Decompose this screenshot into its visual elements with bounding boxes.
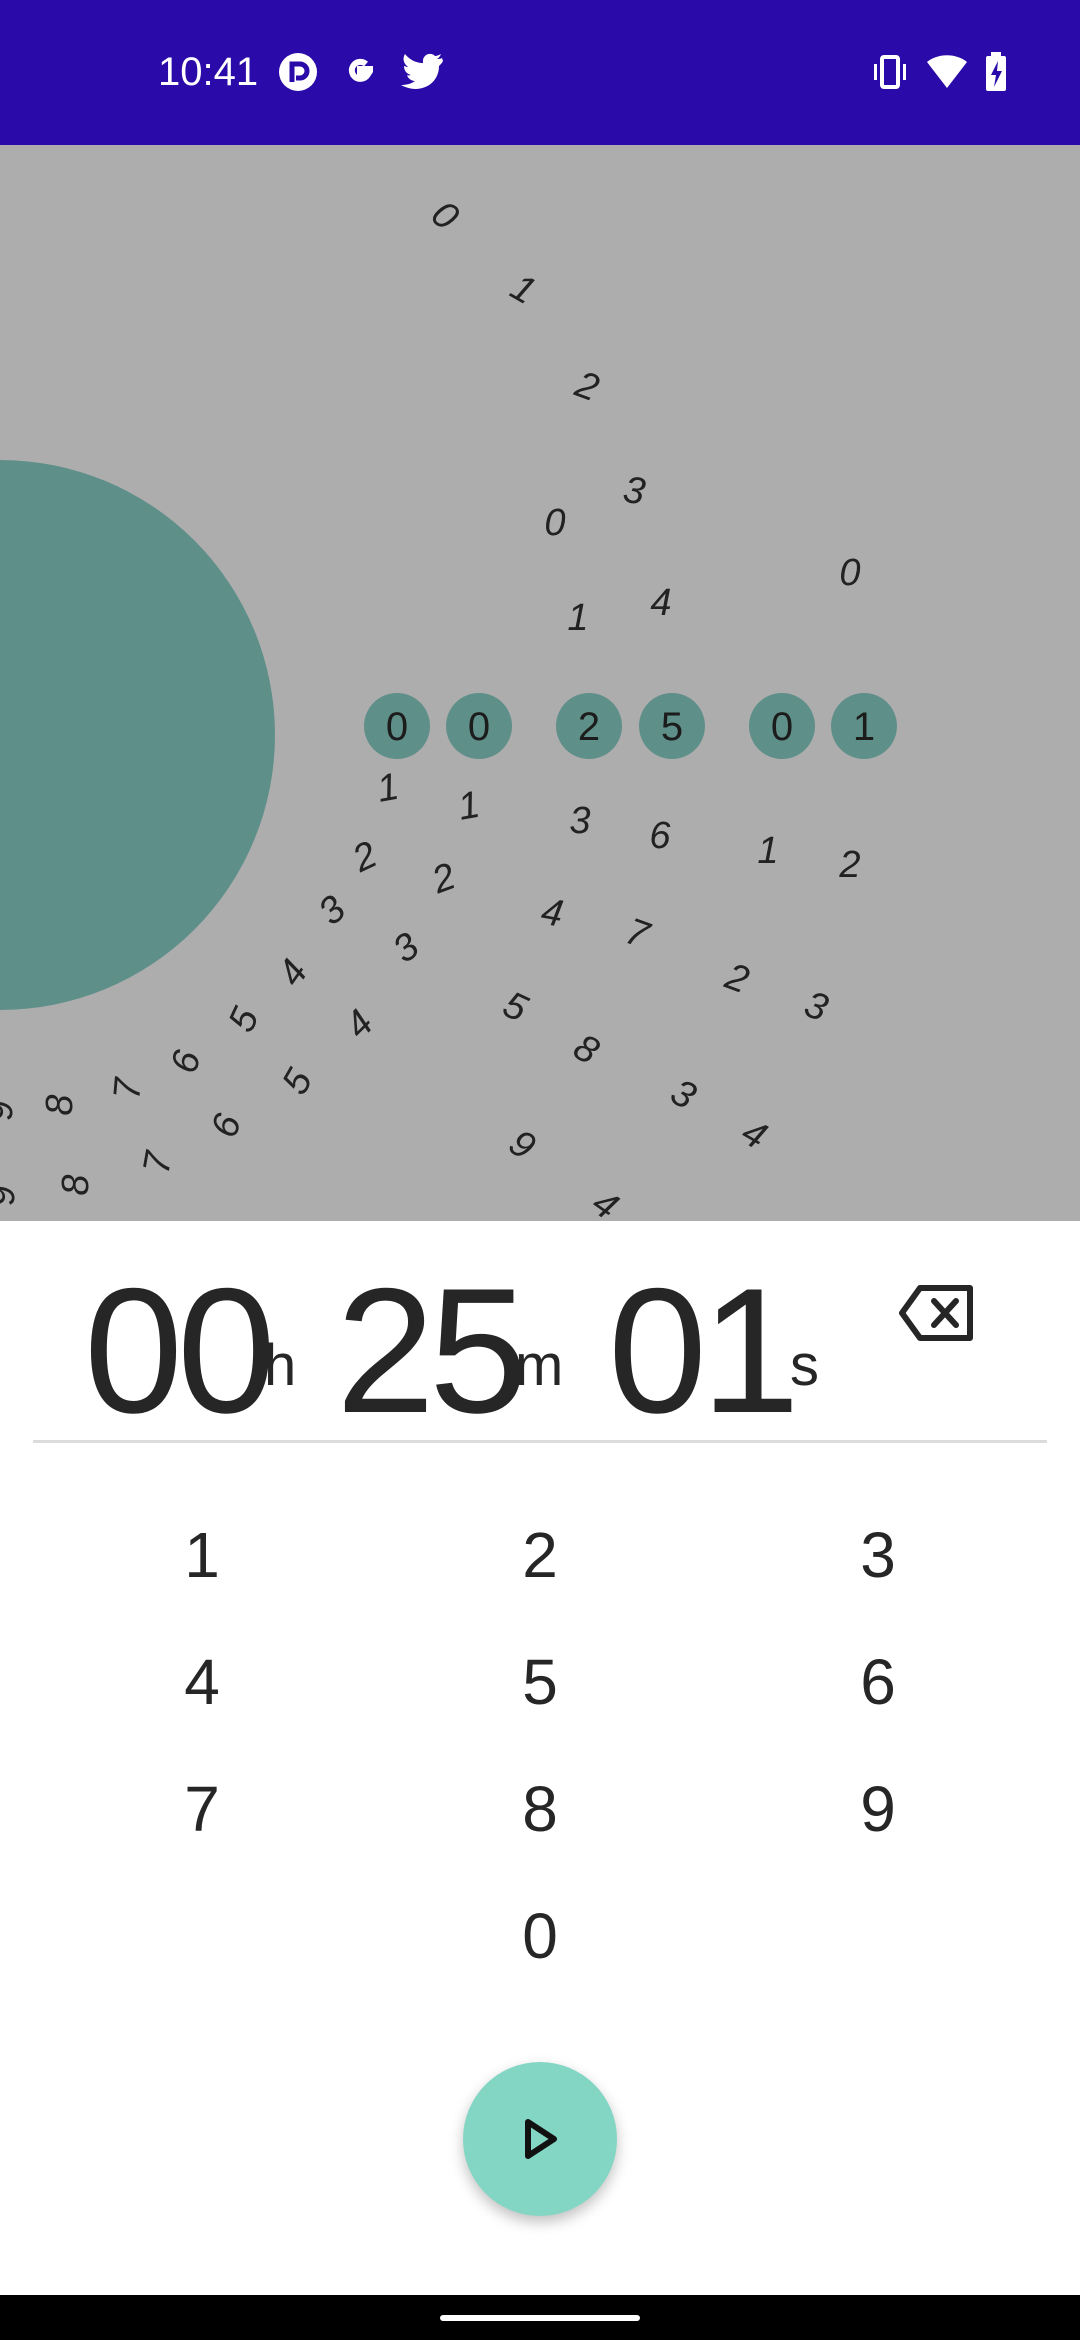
decorative-digit: 3 — [385, 925, 426, 972]
decorative-digit: 6 — [649, 815, 671, 857]
battery-charging-icon — [984, 52, 1008, 96]
svg-text:0: 0 — [468, 705, 490, 749]
decorative-digit: 3 — [569, 800, 590, 842]
minutes-unit: m — [515, 1333, 564, 1398]
decorative-digit: 4 — [584, 1182, 625, 1221]
key-8[interactable]: 8 — [430, 1754, 650, 1864]
start-timer-button[interactable] — [463, 2062, 617, 2216]
svg-text:0: 0 — [386, 705, 408, 749]
decorative-digit: 3 — [663, 1071, 702, 1118]
home-gesture-handle[interactable] — [440, 2315, 640, 2321]
decorative-digit: 1 — [757, 830, 778, 872]
decorative-digit: 2 — [838, 844, 860, 886]
decorative-digit: 8 — [39, 1094, 81, 1115]
selected-digit-bubble: 2 — [556, 693, 622, 759]
decorative-digit: 1 — [567, 597, 588, 639]
status-bar: 10:41 — [0, 0, 1080, 145]
navigation-bar — [0, 2295, 1080, 2340]
numeric-keypad: 1 2 3 4 5 6 7 8 9 0 — [0, 1500, 1080, 2040]
decorative-digit: 4 — [337, 1002, 382, 1047]
key-5[interactable]: 5 — [430, 1627, 650, 1737]
decorative-digit: 6 — [203, 1108, 250, 1143]
wifi-icon — [926, 52, 968, 96]
svg-text:5: 5 — [661, 705, 683, 749]
decorative-digit: 4 — [270, 952, 317, 993]
timer-illustration: 002501 012304101136122247233358344494556… — [0, 145, 1080, 1221]
decorative-digit: 9 — [0, 1184, 24, 1209]
decorative-digit: 7 — [136, 1147, 181, 1177]
minutes-value: 25 — [336, 1251, 528, 1450]
decorative-digit: 5 — [497, 984, 535, 1031]
selected-digits-row: 0 0 2 5 0 1 — [364, 693, 897, 759]
decorative-digit: 0 — [839, 552, 860, 594]
hours-unit: h — [264, 1333, 297, 1398]
timer-display: 00 h 25 m 01 s — [0, 1222, 1080, 1442]
decorative-digit: 3 — [620, 469, 648, 514]
key-4[interactable]: 4 — [92, 1627, 312, 1737]
display-divider — [33, 1440, 1047, 1443]
decorative-digit: 7 — [106, 1075, 150, 1102]
decorative-digit: 5 — [274, 1062, 321, 1102]
selected-digit-bubble: 0 — [446, 693, 512, 759]
twitter-icon — [400, 52, 444, 96]
decorative-digit: 9 — [0, 1099, 22, 1124]
decorative-digit: 2 — [719, 955, 754, 1002]
decorative-digit: 2 — [426, 855, 461, 902]
key-6[interactable]: 6 — [768, 1627, 988, 1737]
decorative-digit: 6 — [163, 1045, 209, 1077]
svg-text:0: 0 — [771, 705, 793, 749]
decorative-digit: 4 — [538, 891, 566, 936]
selected-digit-bubble: 5 — [639, 693, 705, 759]
decorative-digit: 7 — [620, 910, 656, 957]
backspace-icon — [899, 1285, 973, 1341]
selected-digit-bubble: 1 — [831, 693, 897, 759]
key-3[interactable]: 3 — [768, 1500, 988, 1610]
digit-wheel-graphic: 002501 012304101 1 3 6 1 22 24 7233358344494556… — [0, 193, 897, 1221]
play-icon — [525, 2119, 557, 2159]
decorative-digit: 8 — [566, 1026, 605, 1073]
decorative-digit: 3 — [799, 983, 833, 1030]
svg-text:1: 1 — [853, 705, 875, 749]
decorative-digit: 5 — [221, 1001, 268, 1039]
decorative-digit: 0 — [544, 502, 565, 544]
key-7[interactable]: 7 — [92, 1754, 312, 1864]
backspace-button[interactable] — [898, 1282, 976, 1344]
decorative-circle — [0, 460, 275, 1010]
decorative-digit: 3 — [311, 888, 354, 934]
seconds-unit: s — [790, 1333, 819, 1398]
seconds-value: 01 — [608, 1251, 800, 1450]
vibrate-icon — [870, 52, 910, 96]
google-icon — [340, 52, 380, 96]
decorative-digit: 1 — [503, 266, 542, 313]
decorative-digit: 2 — [346, 834, 384, 881]
decorative-digit: 2 — [569, 363, 604, 410]
hours-value: 00 — [84, 1251, 276, 1450]
svg-text:2: 2 — [578, 705, 600, 749]
key-2[interactable]: 2 — [430, 1500, 650, 1610]
status-time: 10:41 — [158, 50, 259, 94]
key-1[interactable]: 1 — [92, 1500, 312, 1610]
decorative-digit: 9 — [501, 1122, 542, 1169]
decorative-digit: 1 — [455, 784, 483, 829]
decorative-digit: 4 — [650, 582, 671, 624]
key-0[interactable]: 0 — [430, 1881, 650, 1991]
decorative-digit: 0 — [423, 193, 466, 239]
pocket-casts-icon — [278, 52, 318, 96]
key-9[interactable]: 9 — [768, 1754, 988, 1864]
decorative-digit: 1 — [374, 766, 402, 811]
selected-digit-bubble: 0 — [749, 693, 815, 759]
selected-digit-bubble: 0 — [364, 693, 430, 759]
decorative-digit: 4 — [734, 1111, 773, 1158]
decorative-digit: 8 — [55, 1174, 97, 1195]
